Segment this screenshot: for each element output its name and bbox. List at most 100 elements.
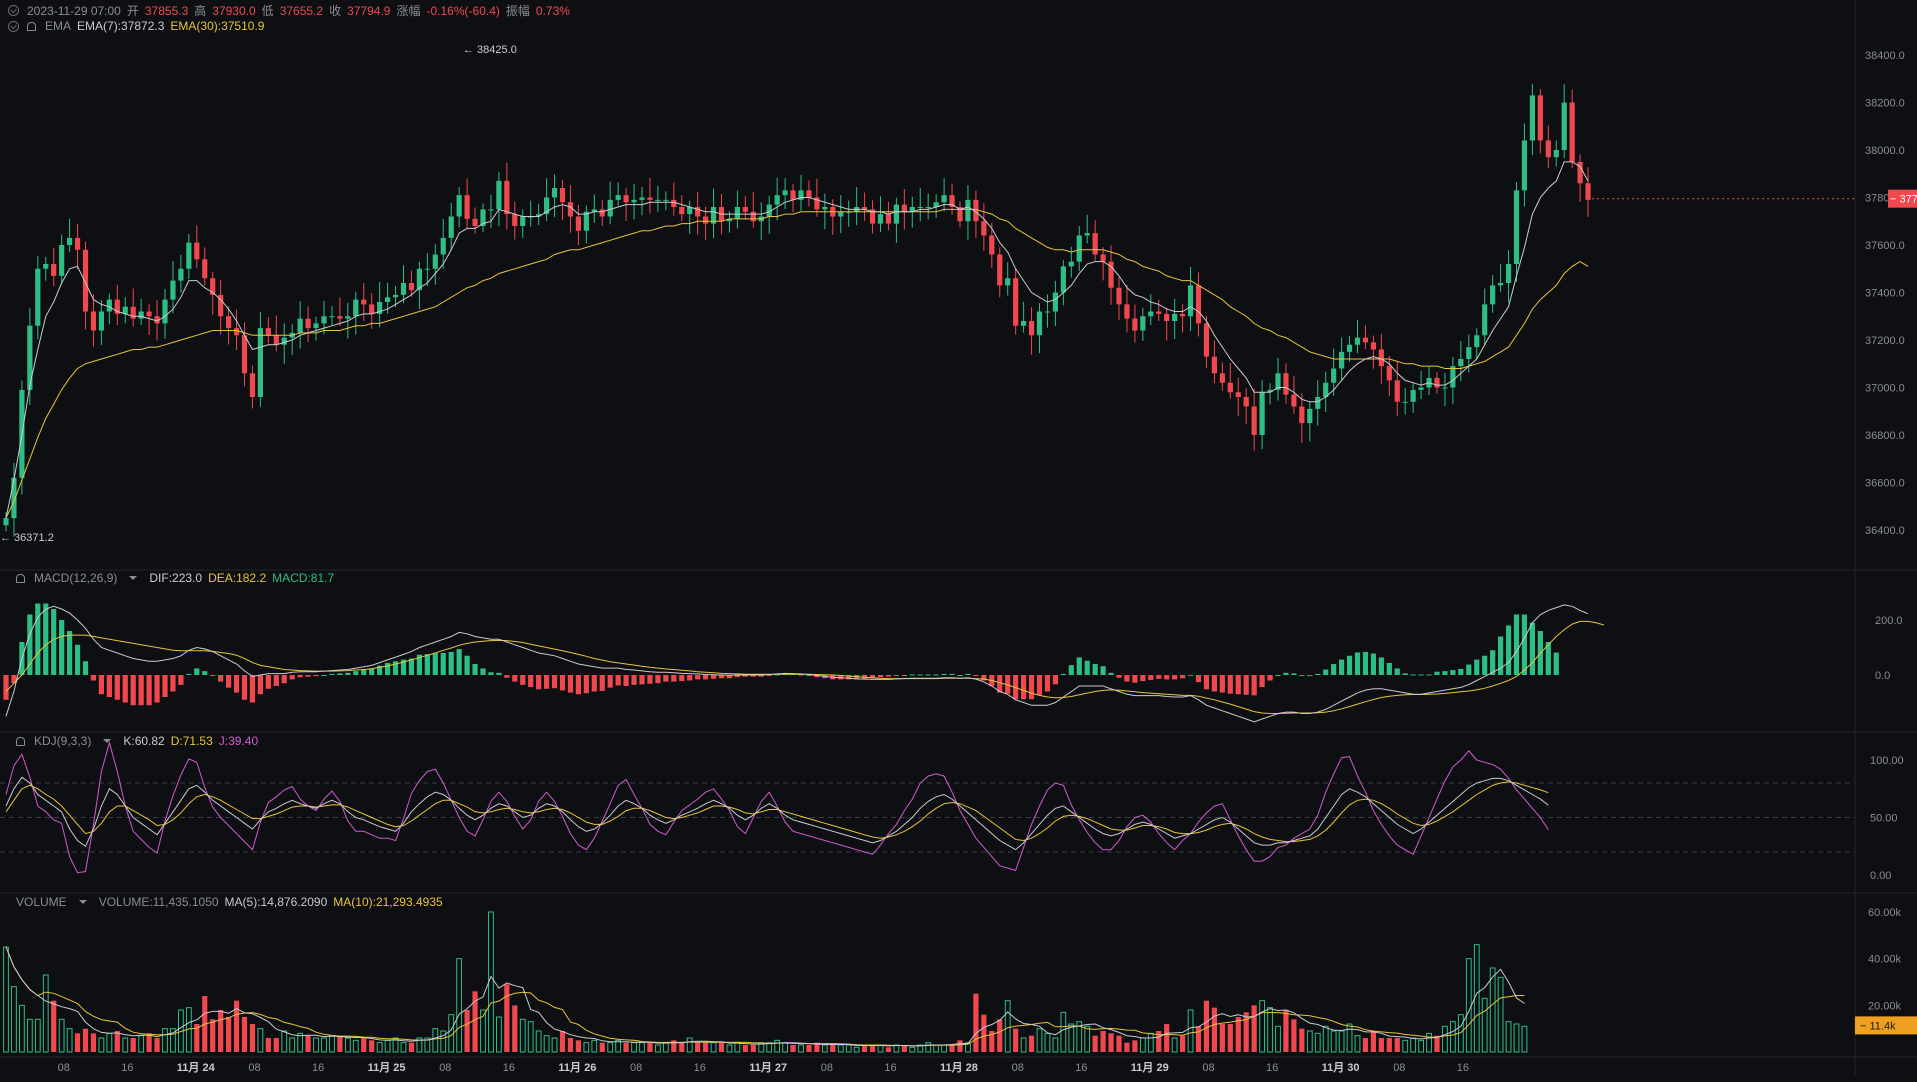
macd-histogram-bar: [965, 673, 971, 675]
kdj-name[interactable]: KDJ(9,3,3): [34, 734, 91, 748]
price-tick-label: 37200.0: [1865, 335, 1905, 347]
chevron-down-icon[interactable]: [129, 576, 138, 580]
macd-histogram-bar: [695, 675, 701, 680]
candle-body: [1013, 278, 1019, 326]
macd-histogram-bar: [1362, 651, 1369, 675]
volume-bar: [273, 1038, 279, 1052]
price-tick-label: 37000.0: [1865, 383, 1905, 395]
bell-icon[interactable]: [16, 573, 25, 583]
candle-body: [1585, 183, 1591, 200]
candle-body: [329, 316, 335, 318]
volume-legend: VOLUME VOLUME:11,435.1050 MA(5):14,876.2…: [16, 895, 443, 909]
macd-histogram-bar: [575, 675, 581, 695]
chevron-down-icon[interactable]: [103, 739, 112, 743]
chart-canvas[interactable]: 38400.038200.038000.037800.037600.037400…: [0, 0, 1917, 1077]
volume-bar: [1092, 1035, 1098, 1052]
candle-body: [655, 199, 661, 201]
d-value: D:71.53: [170, 734, 213, 748]
candle-body: [1458, 359, 1464, 367]
volume-bar: [1164, 1024, 1170, 1052]
candle-body: [74, 237, 81, 250]
macd-histogram-bar: [1180, 675, 1186, 679]
volume-bar: [1132, 1040, 1138, 1052]
low-value: 37655.2: [279, 3, 324, 18]
chart-background: [0, 0, 1917, 1077]
macd-histogram-bar: [233, 675, 240, 693]
macd-histogram-bar: [1148, 675, 1154, 680]
candle-body: [1227, 382, 1233, 393]
macd-histogram-bar: [265, 675, 271, 689]
candle-body: [1362, 337, 1369, 343]
time-axis-label: 08: [439, 1062, 451, 1074]
candle-body: [1195, 285, 1202, 324]
candle-body: [361, 299, 367, 305]
bell-icon[interactable]: [27, 21, 36, 31]
trading-chart[interactable]: 38400.0 38200.0 38000.0 37800.0 37600.0 37400…: [0, 0, 1917, 1077]
volume-bar: [695, 1042, 701, 1052]
candle-body: [1529, 95, 1535, 141]
macd-histogram-bar: [925, 674, 931, 676]
candle-body: [623, 195, 629, 203]
candle-body: [194, 242, 200, 260]
candle-body: [1021, 321, 1027, 326]
macd-histogram-bar: [90, 675, 97, 681]
candle-body: [1545, 140, 1551, 158]
candle-body: [472, 218, 478, 226]
volume-bar: [1370, 1031, 1376, 1052]
price-tick-label: 37400.0: [1865, 288, 1905, 300]
macd-tick-label: 200.0: [1875, 615, 1903, 627]
macd-histogram-bar: [1044, 675, 1051, 692]
volume-bar: [949, 1045, 955, 1052]
collapse-icon[interactable]: [8, 5, 19, 16]
ema-indicator-name[interactable]: EMA: [45, 19, 71, 33]
macd-histogram-bar: [1378, 657, 1384, 675]
candle-body: [877, 214, 884, 224]
time-axis-label: 16: [1266, 1062, 1278, 1074]
volume-bar: [249, 1024, 256, 1052]
macd-histogram-bar: [488, 672, 494, 675]
close-value: 37794.9: [347, 3, 391, 18]
volume-name[interactable]: VOLUME: [16, 895, 67, 909]
high-value: 37930.0: [212, 3, 256, 18]
chevron-down-icon[interactable]: [78, 900, 87, 904]
candle-body: [838, 211, 844, 217]
macd-histogram-bar: [1386, 662, 1392, 675]
macd-histogram-bar: [766, 675, 772, 676]
volume-bar: [369, 1040, 375, 1052]
macd-histogram-bar: [472, 664, 478, 675]
volume-bar: [1378, 1038, 1384, 1052]
candle-body: [1148, 311, 1154, 317]
volume-bar: [361, 1038, 367, 1052]
volume-bar: [210, 1019, 216, 1052]
candle-body: [1553, 150, 1559, 158]
volume-bar: [559, 1031, 566, 1052]
ema7-value: EMA(7):37872.3: [77, 19, 165, 33]
candle-body: [106, 299, 112, 312]
time-axis-label: 16: [503, 1062, 515, 1074]
candle-body: [1339, 351, 1345, 369]
macd-histogram-bar: [687, 675, 693, 681]
macd-histogram-bar: [218, 675, 224, 682]
macd-histogram-bar: [528, 675, 534, 688]
macd-name[interactable]: MACD(12,26,9): [34, 571, 117, 585]
macd-histogram-bar: [1323, 669, 1329, 675]
collapse-icon[interactable]: [8, 20, 19, 32]
candle-body: [1434, 378, 1440, 388]
macd-histogram-bar: [1267, 675, 1273, 681]
bell-icon[interactable]: [16, 736, 25, 746]
macd-histogram-bar: [35, 603, 41, 675]
macd-histogram-bar: [1529, 622, 1535, 675]
macd-histogram-bar: [1195, 675, 1202, 683]
macd-histogram-bar: [432, 653, 438, 675]
macd-histogram-bar: [51, 609, 57, 675]
time-axis-label: 16: [884, 1062, 896, 1074]
macd-histogram-bar: [607, 675, 613, 688]
volume-bar: [718, 1042, 725, 1052]
macd-histogram-bar: [1021, 675, 1027, 700]
candle-body: [1068, 261, 1074, 267]
candle-body: [400, 283, 407, 295]
candle-body: [59, 245, 65, 276]
k-value: K:60.82: [123, 734, 165, 748]
candle-body: [1370, 342, 1376, 350]
volume-bar: [464, 1010, 470, 1052]
